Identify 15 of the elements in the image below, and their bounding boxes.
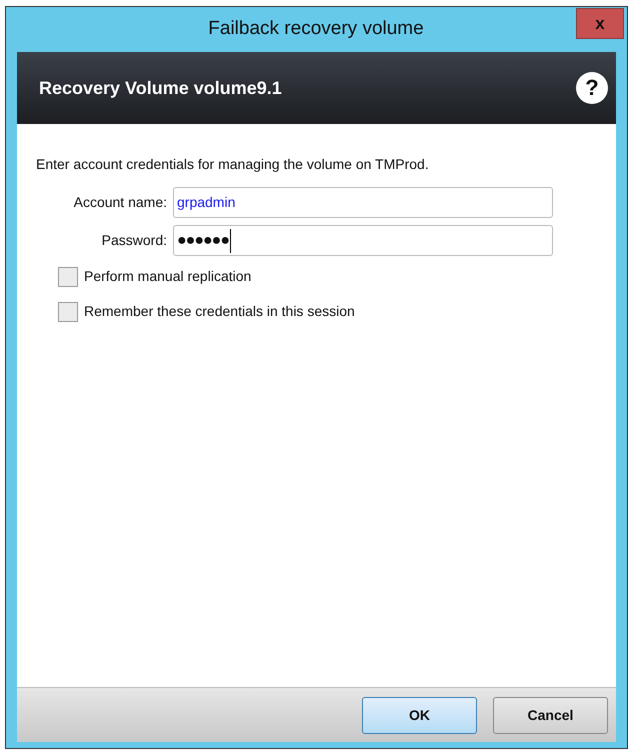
help-button[interactable]: ?: [576, 72, 608, 104]
field-label: Account name:: [72, 193, 168, 212]
password-field[interactable]: ●●●●●●: [173, 225, 553, 256]
instructions-text: Enter account credentials for managing the volume on TMProd.: [36, 155, 430, 174]
checkbox-label: Perform manual replication: [84, 267, 252, 286]
checkbox[interactable]: [58, 302, 78, 322]
checkbox-label: Remember these credentials in this session: [84, 302, 355, 321]
window-title: Failback recovery volume: [208, 17, 424, 42]
checkbox[interactable]: [58, 266, 78, 286]
close-button[interactable]: x: [576, 8, 624, 39]
text-field[interactable]: grpadmin: [173, 187, 553, 218]
field-label: Password:: [100, 231, 168, 250]
header-title: Recovery Volume volume9.1: [39, 76, 282, 100]
ok-button[interactable]: OK: [362, 696, 477, 734]
cancel-button[interactable]: Cancel: [493, 696, 608, 734]
